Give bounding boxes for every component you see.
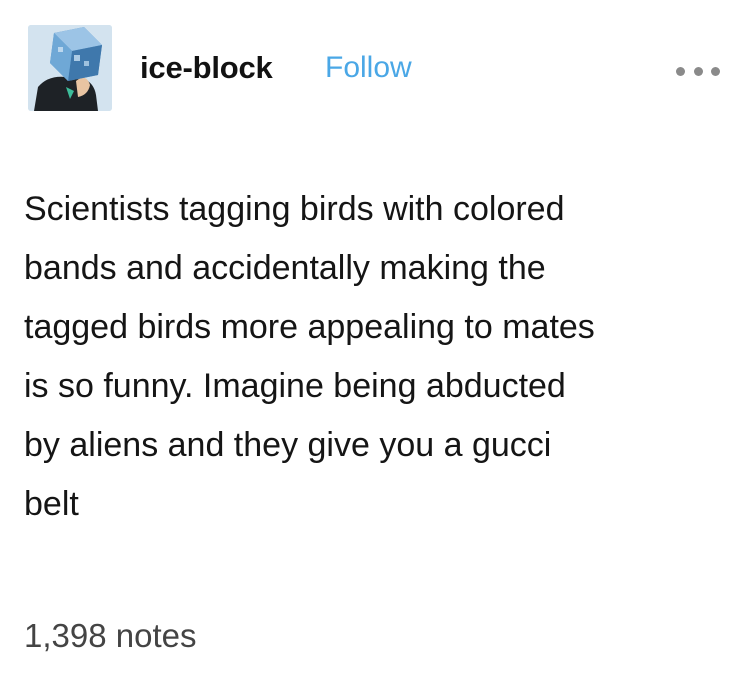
username[interactable]: ice-block [140, 48, 273, 88]
post-body-line: by aliens and they give you a gucci [24, 426, 552, 464]
menu-dot [676, 66, 685, 76]
avatar-ice-block-head-icon [28, 25, 112, 111]
follow-button[interactable]: Follow [325, 48, 412, 88]
post-body-line: bands and accidentally making the [24, 249, 546, 287]
more-options-icon[interactable] [676, 64, 720, 78]
post-body-line: belt [24, 485, 79, 523]
post-body-line: Scientists tagging birds with colored [24, 190, 565, 228]
notes-count[interactable]: 1,398 notes [24, 614, 196, 658]
post-body-line: is so funny. Imagine being abducted [24, 367, 566, 405]
menu-dot [711, 66, 720, 76]
post-body: Scientists tagging birds with colored ba… [24, 180, 724, 534]
post-body-line: tagged birds more appealing to mates [24, 308, 595, 346]
tumblr-post: ice-block Follow Scientists tagging bird… [0, 0, 750, 697]
menu-dot [693, 66, 703, 76]
avatar[interactable] [28, 25, 112, 111]
